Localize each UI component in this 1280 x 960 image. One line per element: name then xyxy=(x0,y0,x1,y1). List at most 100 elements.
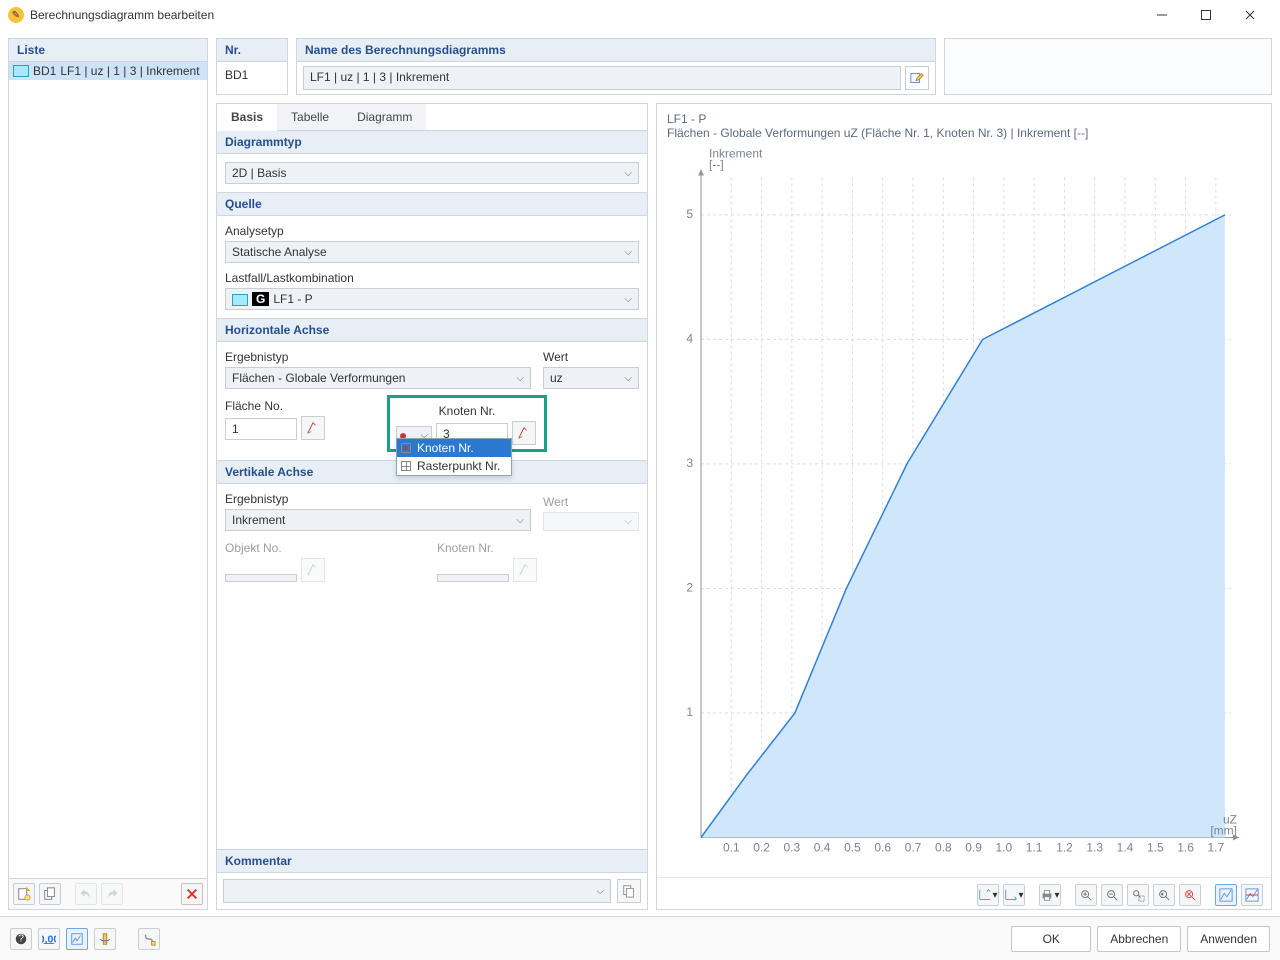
chevron-down-icon: ⌵ xyxy=(624,247,632,258)
haxis-ergebnistyp-select[interactable]: Flächen - Globale Verformungen ⌵ xyxy=(225,367,531,389)
redo-button[interactable] xyxy=(101,883,123,905)
model-link-button[interactable] xyxy=(94,928,116,950)
list-panel: Liste BD1 LF1 | uz | 1 | 3 | Inkrement xyxy=(8,38,208,910)
haxis-flaeche-label: Fläche No. xyxy=(225,399,375,413)
dd-item-rasterpunkt[interactable]: Rasterpunkt Nr. xyxy=(397,457,511,475)
minimize-button[interactable] xyxy=(1140,1,1184,29)
apply-button[interactable]: Anwenden xyxy=(1187,926,1270,952)
svg-text:0.8: 0.8 xyxy=(935,841,952,855)
vaxis-objekt-input xyxy=(225,574,297,582)
chevron-down-icon: ⌵ xyxy=(516,373,524,384)
svg-text:0.1: 0.1 xyxy=(723,841,740,855)
chevron-down-icon: ⌵ xyxy=(624,168,632,179)
svg-text:[mm]: [mm] xyxy=(1210,824,1237,838)
svg-text:0.3: 0.3 xyxy=(784,841,801,855)
haxis-ergebnistyp-label: Ergebnistyp xyxy=(225,350,531,364)
zoom-out-button[interactable] xyxy=(1101,884,1123,906)
svg-text:1.6: 1.6 xyxy=(1177,841,1194,855)
vaxis-knoten-label: Knoten Nr. xyxy=(437,541,597,555)
grid-icon xyxy=(401,461,411,471)
chevron-down-icon: ⌵ xyxy=(624,516,632,527)
view-overlay-button[interactable] xyxy=(1241,884,1263,906)
duplicate-button[interactable] xyxy=(39,883,61,905)
delete-button[interactable] xyxy=(181,883,203,905)
section-diagrammtyp: Diagrammtyp xyxy=(217,131,647,154)
list-item[interactable]: BD1 LF1 | uz | 1 | 3 | Inkrement xyxy=(9,62,207,80)
vaxis-wert-select: ⌵ xyxy=(543,512,639,531)
chevron-down-icon: ⌵ xyxy=(516,515,524,526)
script-button[interactable] xyxy=(138,928,160,950)
units-button[interactable]: 0,00 xyxy=(38,928,60,950)
cancel-button[interactable]: Abbrechen xyxy=(1097,926,1181,952)
analysetyp-select[interactable]: Statische Analyse ⌵ xyxy=(225,241,639,263)
help-button[interactable]: ? xyxy=(10,928,32,950)
haxis-ergebnistyp-value: Flächen - Globale Verformungen xyxy=(232,371,405,385)
chart-mode-button[interactable] xyxy=(66,928,88,950)
diagramtyp-select[interactable]: 2D | Basis⌵ xyxy=(225,162,639,184)
nr-label: Nr. xyxy=(217,39,287,62)
zoom-reset-button[interactable] xyxy=(1179,884,1201,906)
svg-text:1.4: 1.4 xyxy=(1117,841,1134,855)
vaxis-ergebnistyp-label: Ergebnistyp xyxy=(225,492,531,506)
window-title: Berechnungsdiagramm bearbeiten xyxy=(30,8,1140,22)
chart-title2: Flächen - Globale Verformungen uZ (Fläch… xyxy=(667,126,1261,140)
lastfall-code: G xyxy=(252,292,269,306)
section-haxis: Horizontale Achse xyxy=(217,318,647,342)
axis-x-menu[interactable]: ▾ xyxy=(977,884,999,906)
nr-value: BD1 xyxy=(217,62,287,88)
chevron-down-icon: ⌵ xyxy=(596,886,604,897)
svg-text:5: 5 xyxy=(686,207,693,221)
kommentar-input[interactable]: ⌵ xyxy=(223,879,611,903)
haxis-flaeche-input[interactable]: 1 xyxy=(225,418,297,440)
tab-tabelle[interactable]: Tabelle xyxy=(277,104,343,130)
kommentar-pick-button[interactable] xyxy=(617,879,641,903)
svg-text:1.2: 1.2 xyxy=(1056,841,1073,855)
tab-basis[interactable]: Basis xyxy=(217,104,277,130)
svg-text:1.0: 1.0 xyxy=(996,841,1013,855)
header-filler xyxy=(944,38,1272,95)
vaxis-wert-label: Wert xyxy=(543,495,639,509)
analysetyp-value: Statische Analyse xyxy=(232,245,327,259)
knoten-highlight: Knoten Nr. ⌵ 3 Knoten Nr. Rasterpunkt Nr… xyxy=(387,395,547,452)
vaxis-ergebnistyp-select[interactable]: Inkrement ⌵ xyxy=(225,509,531,531)
lastfall-select[interactable]: GLF1 - P ⌵ xyxy=(225,288,639,310)
close-button[interactable] xyxy=(1228,1,1272,29)
pick-knoten-icon[interactable] xyxy=(512,421,536,445)
tab-diagramm[interactable]: Diagramm xyxy=(343,104,426,130)
app-icon: ✎ xyxy=(8,7,24,23)
view-chart-button[interactable] xyxy=(1215,884,1237,906)
undo-button[interactable] xyxy=(75,883,97,905)
vaxis-ergebnistyp-value: Inkrement xyxy=(232,513,285,527)
svg-text:3: 3 xyxy=(686,456,693,470)
svg-text:0.5: 0.5 xyxy=(844,841,861,855)
svg-text:1.7: 1.7 xyxy=(1208,841,1225,855)
titlebar: ✎ Berechnungsdiagramm bearbeiten xyxy=(0,0,1280,30)
pick-flaeche-icon[interactable] xyxy=(301,416,325,440)
print-menu[interactable]: ▾ xyxy=(1039,884,1061,906)
svg-text:0.6: 0.6 xyxy=(874,841,891,855)
bottombar: ? 0,00 OK Abbrechen Anwenden xyxy=(0,916,1280,960)
section-quelle: Quelle xyxy=(217,192,647,216)
zoom-window-button[interactable] xyxy=(1127,884,1149,906)
maximize-button[interactable] xyxy=(1184,1,1228,29)
axis-y-menu[interactable]: ▾ xyxy=(1003,884,1025,906)
zoom-in-button[interactable] xyxy=(1075,884,1097,906)
haxis-wert-label: Wert xyxy=(543,350,639,364)
chevron-down-icon: ⌵ xyxy=(624,294,632,305)
edit-name-icon[interactable] xyxy=(905,66,929,90)
chart-panel: LF1 - P Flächen - Globale Verformungen u… xyxy=(656,103,1272,910)
new-button[interactable] xyxy=(13,883,35,905)
list-item-desc: LF1 | uz | 1 | 3 | Inkrement xyxy=(60,64,199,78)
ok-button[interactable]: OK xyxy=(1011,926,1091,952)
svg-text:4: 4 xyxy=(686,331,693,345)
name-input[interactable]: LF1 | uz | 1 | 3 | Inkrement xyxy=(303,66,901,90)
svg-text:1.1: 1.1 xyxy=(1026,841,1043,855)
haxis-wert-select[interactable]: uz⌵ xyxy=(543,367,639,389)
dd-item-knoten[interactable]: Knoten Nr. xyxy=(397,439,511,457)
zoom-prev-button[interactable] xyxy=(1153,884,1175,906)
chevron-down-icon: ⌵ xyxy=(624,373,632,384)
svg-text:?: ? xyxy=(18,932,24,944)
svg-text:1.3: 1.3 xyxy=(1086,841,1103,855)
dd-item-label: Rasterpunkt Nr. xyxy=(417,459,500,473)
nr-frame: Nr. BD1 xyxy=(216,38,288,95)
